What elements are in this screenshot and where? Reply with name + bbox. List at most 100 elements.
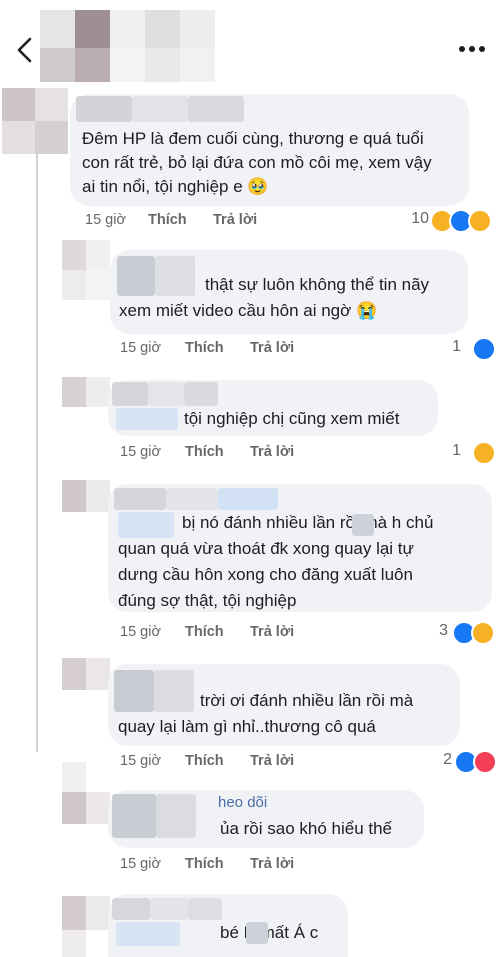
comment-text: ai tin nổi, tội nghiệp e 🥹	[82, 177, 269, 196]
blurred-avatar	[145, 48, 180, 82]
avatar[interactable]	[62, 377, 86, 407]
chevron-left-icon[interactable]	[10, 34, 42, 66]
comment-time[interactable]: 15 giờ	[120, 856, 161, 872]
comment-time[interactable]: 15 giờ	[120, 753, 161, 769]
follow-label[interactable]: heo dõi	[218, 794, 267, 811]
comment-text: quan quá vừa thoát đk xong quay lại tự	[118, 539, 414, 558]
author-name-blurred[interactable]	[218, 488, 278, 510]
comment-text: bé H mất Á c	[220, 923, 319, 942]
like-button[interactable]: Thích	[185, 444, 224, 460]
like-button[interactable]: Thích	[148, 212, 187, 228]
comment-time[interactable]: 15 giờ	[120, 624, 161, 640]
comment-text: tội nghiệp chị cũng xem miết	[184, 409, 400, 428]
avatar	[62, 930, 86, 957]
avatar	[86, 270, 110, 300]
author-name-blurred[interactable]	[116, 408, 178, 430]
avatar	[86, 377, 110, 407]
blurred-avatar	[110, 10, 145, 48]
author-name-blurred[interactable]	[112, 382, 148, 406]
avatar	[35, 121, 68, 154]
author-name-blurred[interactable]	[116, 922, 180, 946]
sad-reaction-icon[interactable]	[472, 441, 496, 465]
avatar	[62, 270, 86, 300]
blurred-avatar	[40, 10, 75, 48]
like-button[interactable]: Thích	[185, 856, 224, 872]
author-name-blurred[interactable]	[156, 794, 196, 838]
avatar	[86, 480, 110, 512]
comment-text: bị nó đánh nhiều lần rồi mà h chủ	[182, 513, 434, 532]
reaction-count[interactable]: 10	[405, 210, 429, 228]
comment-text: dưng cầu hôn xong cho đăng xuất luôn	[118, 565, 413, 584]
blurred-avatar	[145, 10, 180, 48]
author-name-blurred[interactable]	[155, 256, 195, 296]
avatar[interactable]	[62, 240, 86, 270]
avatar[interactable]	[62, 896, 86, 930]
comment-time[interactable]: 15 giờ	[120, 444, 161, 460]
reaction-count[interactable]: 2	[438, 751, 452, 769]
author-name-blurred[interactable]	[117, 256, 155, 296]
avatar	[86, 240, 110, 270]
avatar	[86, 896, 110, 930]
author-name-blurred[interactable]	[154, 670, 194, 712]
author-name-blurred[interactable]	[76, 96, 132, 122]
comment-text: ủa rồi sao khó hiểu thế	[220, 819, 393, 838]
reply-button[interactable]: Trả lời	[213, 212, 257, 228]
like-reaction-icon[interactable]	[472, 337, 496, 361]
comment-time[interactable]: 15 giờ	[120, 340, 161, 356]
author-name-blurred[interactable]	[184, 382, 218, 406]
blurred-avatar	[180, 10, 215, 48]
avatar[interactable]	[2, 88, 35, 121]
reaction-count[interactable]: 1	[445, 442, 461, 460]
comment-text: con rất trẻ, bỏ lại đứa con mồ côi mẹ, x…	[82, 153, 432, 172]
reply-button[interactable]: Trả lời	[250, 753, 294, 769]
author-name-blurred[interactable]	[166, 488, 218, 510]
comment-time[interactable]: 15 giờ	[85, 212, 126, 228]
blurred-avatar	[75, 48, 110, 82]
comment-text: xem miết video cầu hôn ai ngờ 😭	[119, 301, 378, 320]
author-name-blurred[interactable]	[148, 382, 184, 406]
redacted-name	[246, 922, 268, 944]
blurred-avatar	[75, 10, 110, 48]
comment-text: đúng sợ thật, tội nghiệp	[118, 591, 297, 610]
wow-reaction-icon[interactable]	[468, 209, 492, 233]
author-name-blurred[interactable]	[112, 898, 150, 920]
avatar	[35, 88, 68, 121]
author-name-blurred[interactable]	[114, 670, 154, 712]
blurred-avatar	[110, 48, 145, 82]
author-name-blurred[interactable]	[188, 96, 244, 122]
avatar	[86, 658, 110, 690]
thread-line	[36, 132, 38, 752]
avatar[interactable]	[62, 792, 86, 824]
blurred-avatar	[40, 48, 75, 82]
redacted-name	[352, 514, 374, 536]
author-name-blurred[interactable]	[114, 488, 166, 510]
comment-text: thật sự luôn không thể tin nãy	[205, 275, 430, 294]
care-reaction-icon[interactable]	[473, 750, 497, 774]
like-button[interactable]: Thích	[185, 753, 224, 769]
author-name-blurred[interactable]	[188, 898, 222, 920]
author-name-blurred[interactable]	[112, 794, 156, 838]
like-button[interactable]: Thích	[185, 624, 224, 640]
like-button[interactable]: Thích	[185, 340, 224, 356]
avatar[interactable]	[62, 658, 86, 690]
reply-button[interactable]: Trả lời	[250, 624, 294, 640]
header-bar	[0, 0, 500, 86]
sad-reaction-icon[interactable]	[471, 621, 495, 645]
avatar	[2, 121, 35, 154]
blurred-avatar	[180, 48, 215, 82]
reaction-count[interactable]: 3	[432, 622, 448, 640]
reply-button[interactable]: Trả lời	[250, 340, 294, 356]
more-horizontal-icon[interactable]	[452, 38, 492, 60]
comment-text: quay lại làm gì nhỉ..thương cô quá	[118, 717, 376, 736]
reply-button[interactable]: Trả lời	[250, 444, 294, 460]
reply-button[interactable]: Trả lời	[250, 856, 294, 872]
comment-text: Đêm HP là đem cuối cùng, thương e quá tu…	[82, 129, 424, 148]
avatar[interactable]	[62, 480, 86, 512]
reaction-count[interactable]: 1	[445, 338, 461, 356]
avatar	[86, 792, 110, 824]
author-name-blurred[interactable]	[132, 96, 188, 122]
comment-text: trời ơi đánh nhiều lần rồi mà	[200, 691, 414, 710]
author-name-blurred[interactable]	[118, 512, 174, 538]
author-name-blurred[interactable]	[150, 898, 188, 920]
avatar	[62, 762, 86, 792]
